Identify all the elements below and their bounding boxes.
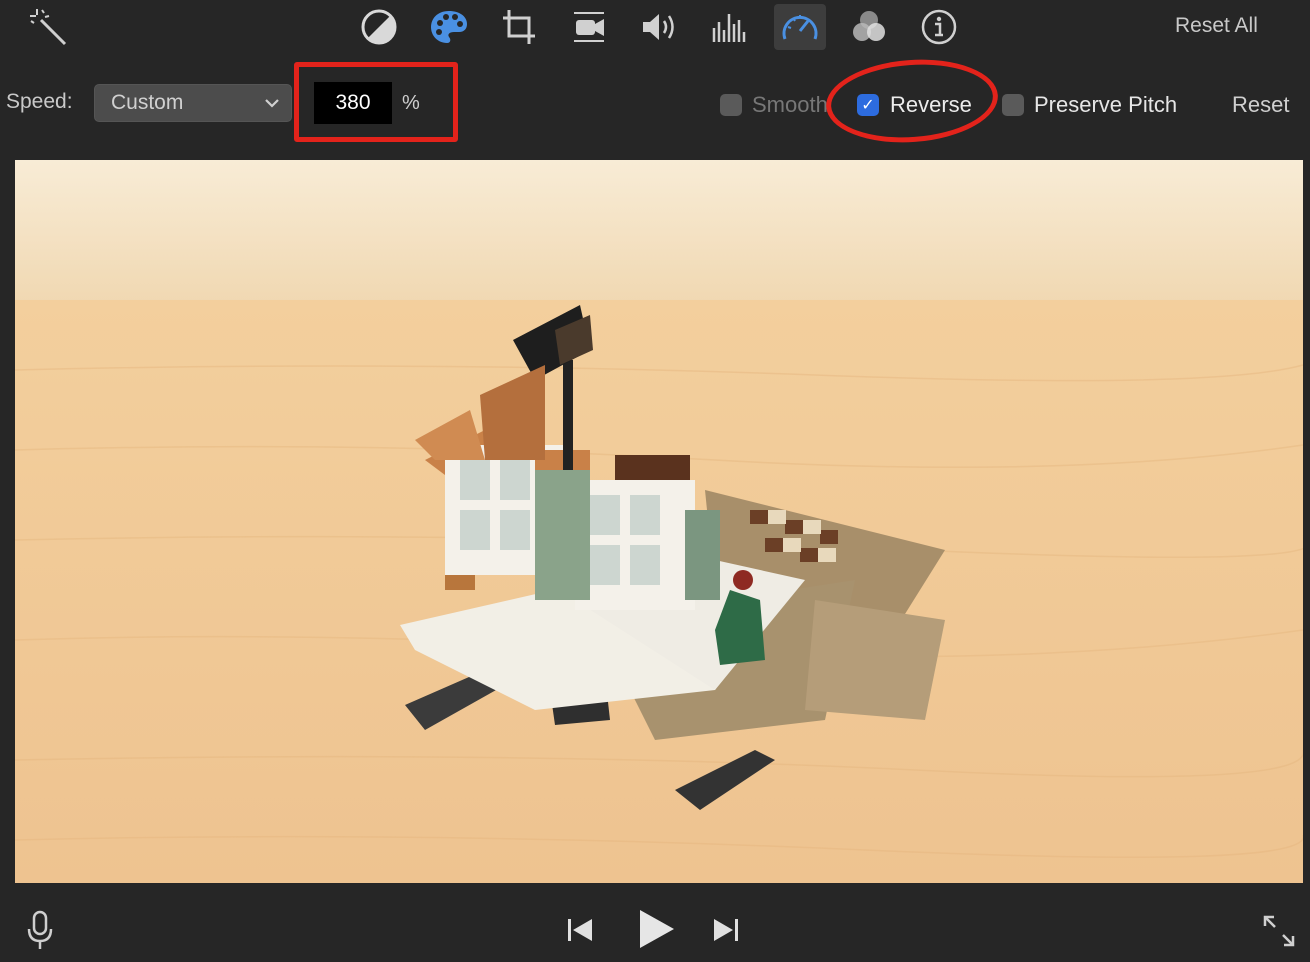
skip-forward-icon[interactable]: [708, 912, 744, 948]
preserve-pitch-checkbox[interactable]: [1002, 94, 1024, 116]
speed-label: Speed:: [6, 90, 73, 113]
play-icon[interactable]: [630, 904, 680, 954]
video-viewer[interactable]: [15, 160, 1303, 883]
speed-icon[interactable]: [774, 4, 826, 50]
speed-controls: Speed: Custom 380 % Smooth ✓ Reverse Pre…: [0, 54, 1310, 150]
reset-all-button[interactable]: Reset All: [1175, 14, 1258, 38]
filter-icon[interactable]: [847, 4, 891, 50]
speed-percent-field[interactable]: 380: [314, 82, 392, 124]
magic-wand-icon[interactable]: [26, 4, 70, 50]
color-palette-icon[interactable]: [427, 4, 471, 50]
playback-controls: [0, 890, 1310, 962]
chevron-down-icon: [263, 94, 281, 118]
stabilization-icon[interactable]: [567, 4, 611, 50]
percent-unit-label: %: [402, 92, 420, 114]
equalizer-icon[interactable]: [707, 4, 751, 50]
color-balance-icon[interactable]: [357, 4, 401, 50]
volume-icon[interactable]: [637, 4, 681, 50]
fullscreen-icon[interactable]: [1258, 910, 1300, 952]
reset-button[interactable]: Reset: [1232, 92, 1289, 118]
smooth-label: Smooth: [752, 92, 828, 117]
adjustments-toolbar: Reset All: [0, 0, 1310, 56]
skip-back-icon[interactable]: [562, 912, 598, 948]
speed-mode-dropdown[interactable]: Custom: [94, 84, 292, 122]
preserve-pitch-label: Preserve Pitch: [1034, 92, 1178, 117]
crop-icon[interactable]: [497, 4, 541, 50]
speed-mode-value: Custom: [111, 91, 184, 114]
video-frame: [15, 160, 1303, 883]
annotation-circle: [823, 54, 1001, 148]
info-icon[interactable]: [917, 4, 961, 50]
smooth-checkbox[interactable]: [720, 94, 742, 116]
microphone-icon[interactable]: [22, 908, 58, 952]
